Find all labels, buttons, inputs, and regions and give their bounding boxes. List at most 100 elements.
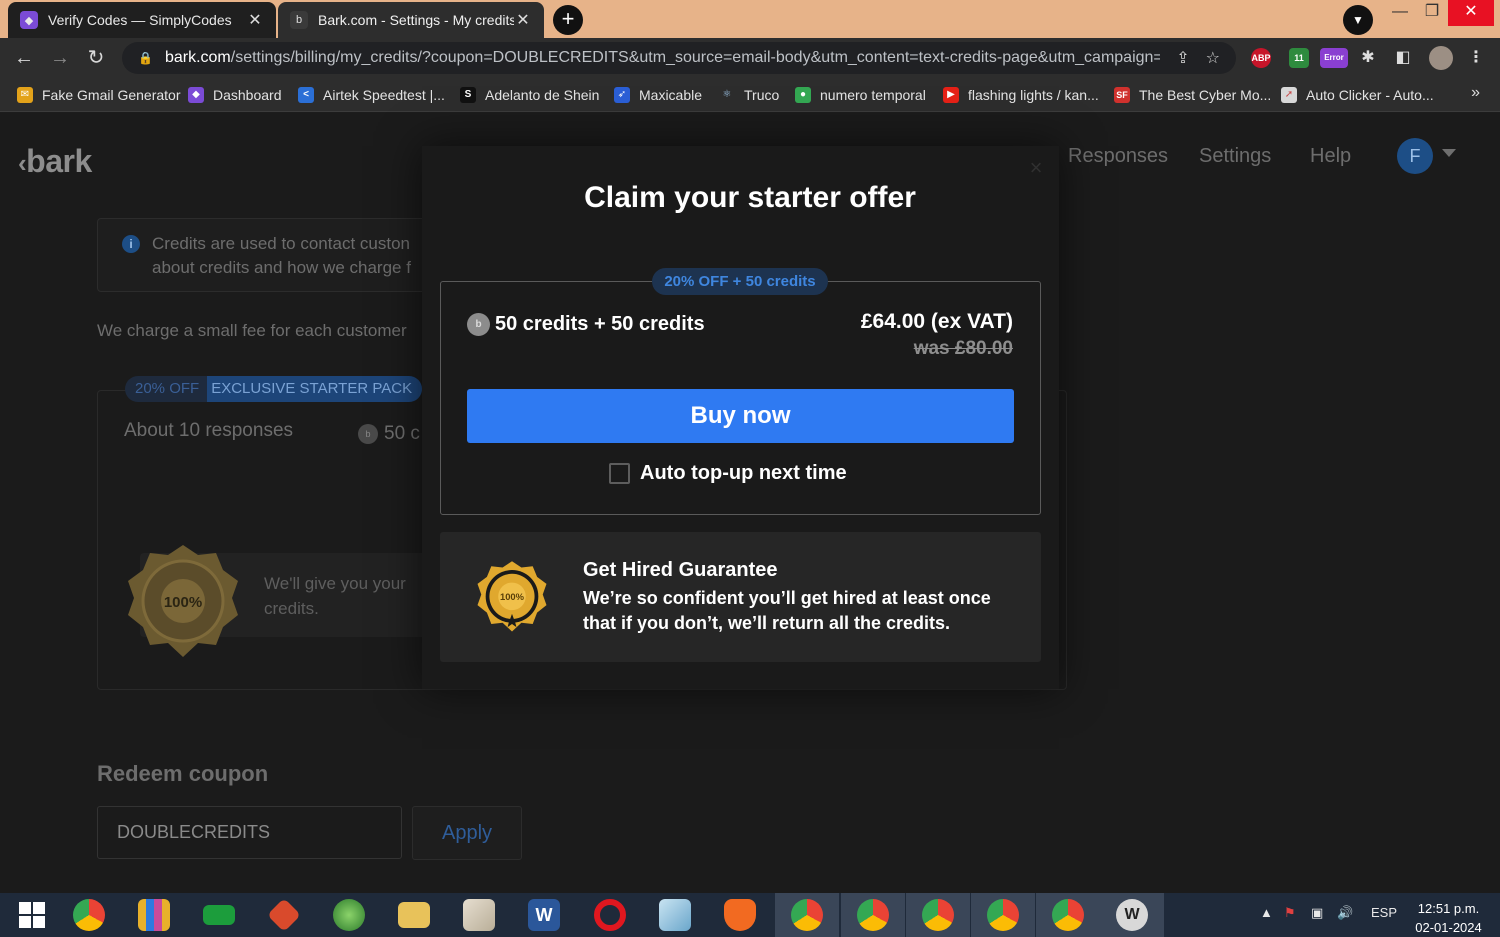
bark-logo[interactable]: ‹bark: [18, 143, 92, 180]
start-button[interactable]: [0, 893, 64, 937]
taskbar-notes[interactable]: [643, 893, 707, 937]
windows-start-icon: [19, 902, 45, 928]
offer-price: £64.00 (ex VAT): [860, 310, 1013, 333]
close-tab-icon[interactable]: ✕: [514, 10, 532, 30]
close-tab-icon[interactable]: ✕: [246, 10, 264, 30]
taskbar-chrome-profile-3[interactable]: [906, 893, 970, 937]
language-indicator[interactable]: ESP: [1371, 905, 1397, 920]
offer-credits: 50 credits + 50 credits: [495, 313, 705, 335]
bookmark-maxicable[interactable]: ➶ Maxicable: [614, 85, 702, 105]
taskbar-app-red[interactable]: [252, 893, 316, 937]
modal-title: Claim your starter offer: [584, 181, 916, 214]
windows-taskbar: W W ▲ ⚑ ▣ 🔊 ESP: [0, 893, 1500, 937]
tab-bark-credits[interactable]: b Bark.com - Settings - My credits ✕: [278, 2, 544, 38]
address-bar[interactable]: 🔒 bark.com/settings/billing/my_credits/?…: [122, 42, 1236, 74]
taskbar-chrome[interactable]: [57, 893, 121, 937]
extension-error-icon[interactable]: Error: [1320, 48, 1348, 68]
chrome-profile-icon: [987, 899, 1019, 931]
taskbar-chrome-profile-5[interactable]: [1036, 893, 1100, 937]
close-icon[interactable]: ×: [1025, 157, 1047, 179]
app-bars-icon: [138, 899, 170, 931]
taskbar-chrome-profile-2[interactable]: [841, 893, 905, 937]
lock-icon[interactable]: 🔒: [138, 51, 153, 65]
taskbar-wp[interactable]: W: [1100, 893, 1164, 937]
system-clock[interactable]: 12:51 p.m. 02-01-2024: [1411, 899, 1486, 937]
auto-topup-checkbox[interactable]: [609, 463, 630, 484]
taskbar-ram[interactable]: [187, 893, 251, 937]
reload-icon[interactable]: ↻: [84, 46, 108, 70]
bookmark-auto-clicker[interactable]: ➚ Auto Clicker - Auto...: [1281, 85, 1434, 105]
side-panel-icon[interactable]: ◧: [1393, 48, 1413, 68]
bookmark-flashing-lights[interactable]: ▶ flashing lights / kan...: [943, 85, 1099, 105]
bookmark-cyber-monday[interactable]: SF The Best Cyber Mo...: [1114, 85, 1271, 105]
dashboard-icon: ◆: [188, 87, 204, 103]
profile-avatar-icon[interactable]: [1429, 46, 1453, 70]
redeem-coupon-title: Redeem coupon: [97, 761, 269, 786]
auto-topup-label[interactable]: Auto top-up next time: [640, 462, 847, 485]
forward-icon[interactable]: →: [48, 46, 72, 70]
star-icon[interactable]: ☆: [1206, 48, 1220, 68]
adblock-icon[interactable]: ABP: [1251, 48, 1271, 68]
apply-coupon-button[interactable]: Apply: [412, 806, 522, 860]
bookmark-airtek[interactable]: < Airtek Speedtest |...: [298, 85, 445, 105]
new-tab-button[interactable]: +: [553, 5, 583, 35]
avatar[interactable]: F: [1397, 138, 1433, 174]
bookmark-numero-temporal[interactable]: ● numero temporal: [795, 85, 926, 105]
nav-settings[interactable]: Settings: [1199, 145, 1271, 168]
bookmark-shein[interactable]: S Adelanto de Shein: [460, 85, 599, 105]
taskbar-word[interactable]: W: [512, 893, 576, 937]
share-icon[interactable]: ⇪: [1176, 48, 1189, 68]
tab-title: Bark.com - Settings - My credits: [318, 12, 514, 28]
bookmarks-overflow-icon[interactable]: »: [1471, 84, 1480, 102]
network-icon[interactable]: ▣: [1311, 905, 1323, 921]
svg-text:100%: 100%: [164, 594, 202, 611]
chrome-profile-icon: [791, 899, 823, 931]
nav-responses[interactable]: Responses: [1068, 145, 1168, 168]
react-icon: ⚛: [719, 87, 735, 103]
paint-icon: [463, 899, 495, 931]
notes-icon: [659, 899, 691, 931]
coupon-input[interactable]: DOUBLECREDITS: [97, 806, 402, 859]
taskbar-brave[interactable]: [708, 893, 772, 937]
back-icon[interactable]: ←: [12, 46, 36, 70]
about-responses: About 10 responses: [124, 420, 294, 441]
starter-pack-tag: 20% OFF EXCLUSIVE STARTER PACK: [125, 376, 423, 402]
bookmark-dashboard[interactable]: ◆ Dashboard: [188, 85, 282, 105]
chevron-down-icon[interactable]: [1442, 149, 1456, 157]
puzzle-icon[interactable]: ✱: [1358, 48, 1378, 68]
url-text[interactable]: bark.com/settings/billing/my_credits/?co…: [165, 49, 1160, 67]
credit-coin-icon: b: [358, 424, 378, 444]
bookmark-truco[interactable]: ⚛ Truco: [719, 85, 779, 105]
chrome-profile-icon: [857, 899, 889, 931]
tab-strip: ◆ Verify Codes — SimplyCodes ✕ b Bark.co…: [0, 0, 1500, 38]
chrome-profile-icon: [922, 899, 954, 931]
bookmark-fake-gmail[interactable]: ✉ Fake Gmail Generator: [17, 85, 181, 105]
ram-icon: [203, 905, 235, 925]
taskbar-folder[interactable]: [382, 893, 446, 937]
original-price: was £80.00: [913, 338, 1013, 359]
volume-icon[interactable]: 🔊: [1337, 905, 1353, 921]
restore-icon[interactable]: ❐: [1412, 0, 1452, 26]
maxicable-icon: ➶: [614, 87, 630, 103]
globe-icon: [333, 899, 365, 931]
taskbar-paint[interactable]: [447, 893, 511, 937]
taskbar-chrome-profile-4[interactable]: [971, 893, 1035, 937]
nav-help[interactable]: Help: [1310, 145, 1351, 168]
chrome-profile-icon: [1052, 899, 1084, 931]
tray-overflow-icon[interactable]: ▲: [1260, 905, 1273, 920]
menu-kebab-icon[interactable]: ⋮: [1466, 48, 1486, 68]
tab-simplycodes[interactable]: ◆ Verify Codes — SimplyCodes ✕: [8, 2, 276, 38]
buy-now-button[interactable]: Buy now: [467, 389, 1014, 443]
taskbar-chrome-profile-1[interactable]: [775, 893, 839, 937]
taskbar-globe[interactable]: [317, 893, 381, 937]
bookmarks-bar: ✉ Fake Gmail Generator ◆ Dashboard < Airtek…: [0, 78, 1500, 112]
extension-counter-icon[interactable]: 11: [1289, 48, 1309, 68]
guarantee-badge-icon: 100%: [477, 561, 547, 632]
tray-flag-icon[interactable]: ⚑: [1284, 905, 1296, 921]
taskbar-opera[interactable]: [578, 893, 642, 937]
info-line-2: about credits and how we charge f: [152, 258, 411, 277]
info-icon: i: [122, 235, 140, 253]
taskbar-app-bars[interactable]: [122, 893, 186, 937]
tab-search-chevron-icon[interactable]: ▼: [1343, 5, 1373, 35]
close-window-icon[interactable]: ✕: [1448, 0, 1494, 26]
